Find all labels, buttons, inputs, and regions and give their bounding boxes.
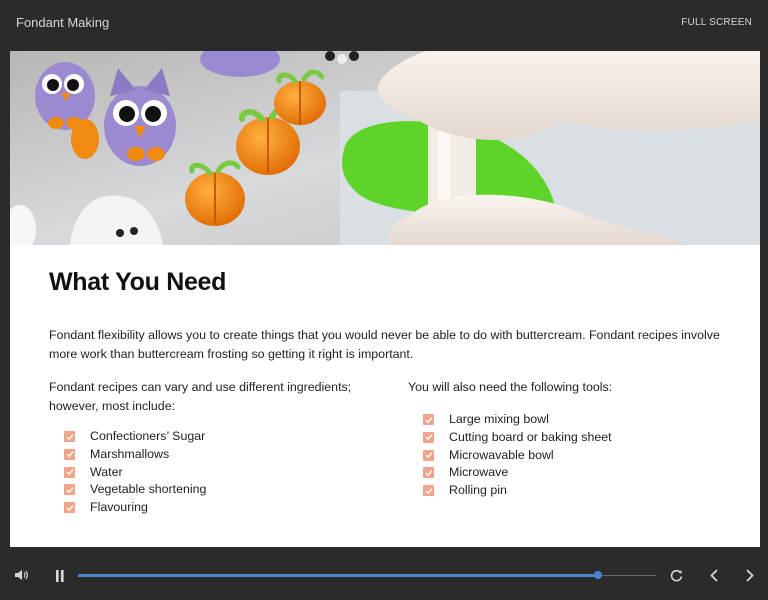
player-controls [0, 547, 768, 600]
checkbox-icon [64, 431, 75, 442]
chevron-left-icon[interactable] [709, 569, 719, 587]
list-item: Vegetable shortening [49, 481, 369, 499]
checkbox-icon [64, 466, 75, 478]
list-item-label: Flavouring [90, 500, 148, 515]
slide: What You Need Fondant flexibility allows… [10, 51, 760, 547]
fullscreen-button[interactable]: FULL SCREEN [681, 17, 752, 28]
slide-heading: What You Need [49, 268, 227, 296]
list-item: Cutting board or baking sheet [408, 429, 728, 447]
intro-paragraph: Fondant flexibility allows you to create… [49, 328, 720, 361]
progress-bar[interactable] [78, 571, 656, 579]
list-item-label: Confectioners’ Sugar [90, 429, 206, 443]
list-item: Marshmallows [49, 446, 369, 464]
ingredients-column: Fondant recipes can vary and use differe… [49, 378, 369, 517]
list-item-label: Microwavable bowl [449, 447, 554, 462]
list-item: Rolling pin [408, 482, 728, 500]
tools-list: Large mixing bowl Cutting board or bakin… [408, 411, 728, 500]
checkbox-icon [423, 449, 434, 461]
list-item-label: Marshmallows [90, 446, 170, 461]
ingredients-list: Confectioners’ Sugar Marshmallows Water … [49, 428, 369, 517]
list-item: Flavouring [49, 499, 369, 517]
hero-image [10, 51, 760, 245]
progress-handle[interactable] [594, 571, 603, 579]
volume-icon[interactable] [14, 568, 28, 586]
list-item-label: Rolling pin [449, 483, 507, 498]
checkbox-icon [64, 448, 75, 460]
list-item-label: Microwave [449, 465, 509, 480]
checkbox-icon [423, 485, 434, 497]
tools-lead: You will also need the following tools: [408, 380, 613, 394]
course-title: Fondant Making [16, 15, 110, 30]
list-item-label: Large mixing bowl [449, 412, 549, 426]
checkbox-icon [423, 431, 434, 443]
list-item-label: Cutting board or baking sheet [449, 429, 612, 444]
checkbox-icon [64, 484, 75, 496]
chevron-right-icon[interactable] [745, 569, 755, 587]
list-item: Large mixing bowl [408, 411, 728, 429]
progress-fill [78, 574, 599, 577]
list-item: Water [49, 464, 369, 482]
top-bar: Fondant Making FULL SCREEN [0, 0, 768, 46]
checkbox-icon [423, 467, 434, 479]
list-item: Microwavable bowl [408, 447, 728, 465]
checkbox-icon [64, 502, 75, 514]
list-item: Microwave [408, 464, 728, 482]
ingredients-lead: Fondant recipes can vary and use differe… [49, 380, 352, 413]
pause-icon[interactable] [55, 569, 65, 587]
list-item-label: Vegetable shortening [90, 482, 207, 497]
list-item: Confectioners’ Sugar [49, 428, 369, 446]
replay-icon[interactable] [670, 569, 683, 587]
list-item-label: Water [90, 464, 123, 479]
checkbox-icon [423, 414, 434, 425]
tools-column: You will also need the following tools: … [408, 378, 728, 500]
